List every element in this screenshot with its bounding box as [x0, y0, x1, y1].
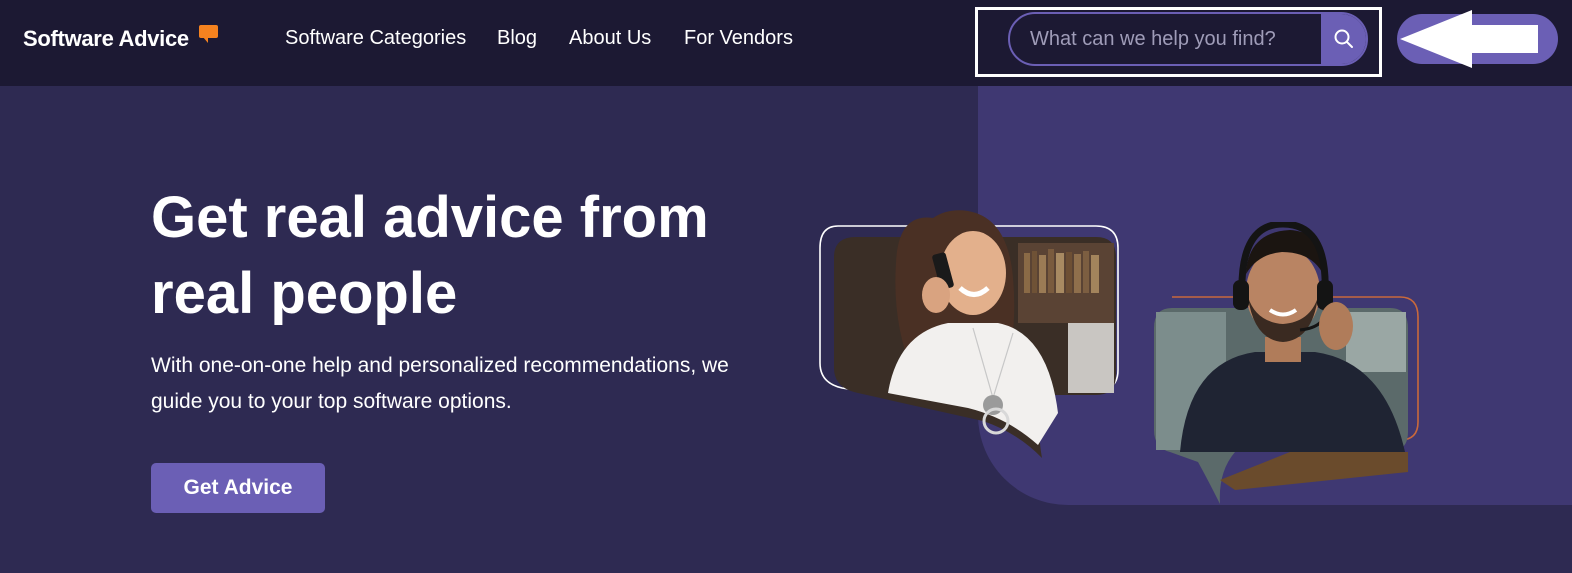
- search-bar: [1008, 12, 1368, 66]
- advisor-photo-man: [1150, 222, 1425, 507]
- search-input[interactable]: [1030, 14, 1320, 64]
- logo-bubble-icon: [199, 25, 218, 43]
- hero-title: Get real advice from real people: [151, 185, 709, 326]
- search-icon: [1334, 29, 1353, 48]
- nav-for-vendors[interactable]: For Vendors: [684, 27, 793, 50]
- get-advice-button[interactable]: Get Advice: [151, 463, 325, 513]
- search-button[interactable]: [1321, 14, 1366, 64]
- header-cta-button[interactable]: [1397, 14, 1558, 64]
- nav-software-categories[interactable]: Software Categories: [285, 27, 466, 50]
- hero-subtitle: With one-on-one help and personalized re…: [151, 354, 729, 413]
- logo[interactable]: Software Advice: [23, 26, 189, 52]
- advisor-photo-woman: [818, 183, 1123, 468]
- nav-blog[interactable]: Blog: [497, 27, 537, 50]
- nav-about-us[interactable]: About Us: [569, 27, 651, 50]
- top-nav: Software Advice Software Categories Blog…: [0, 0, 1572, 86]
